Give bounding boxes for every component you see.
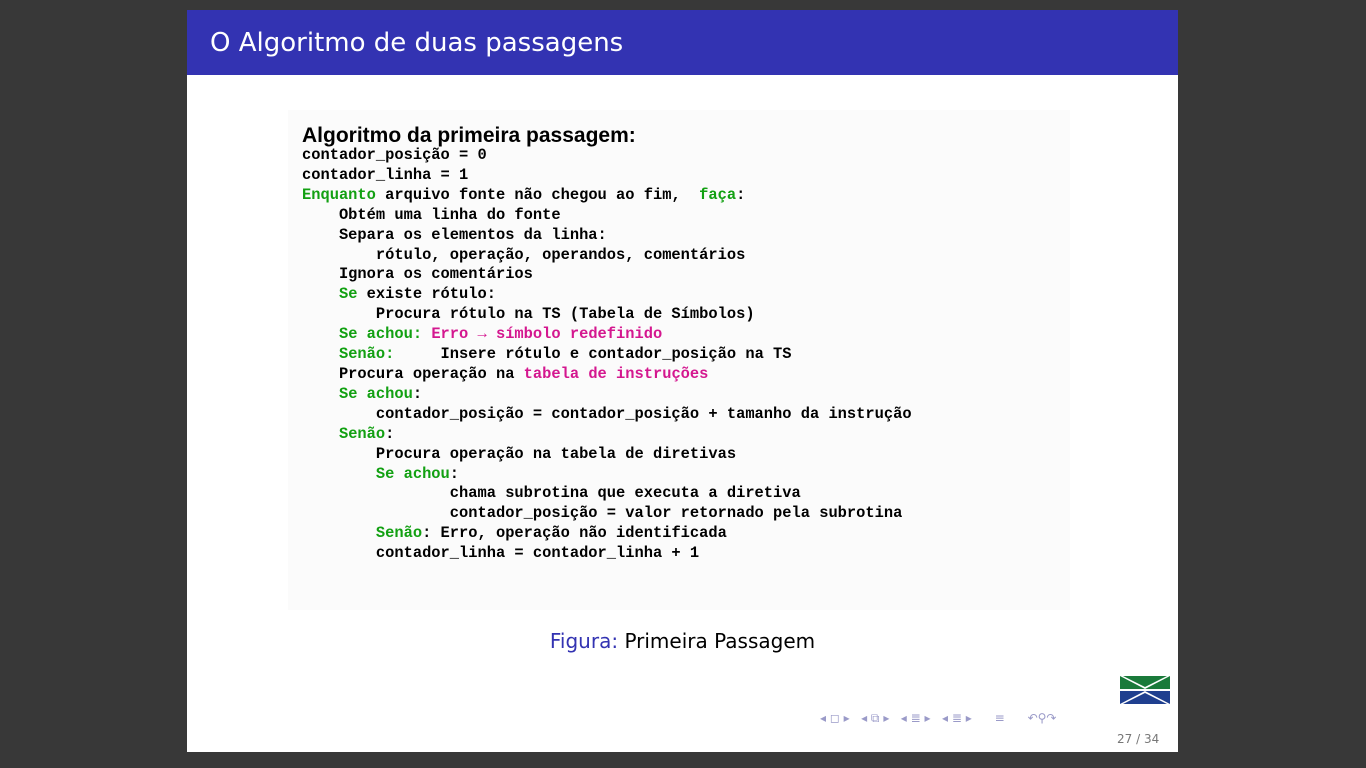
code-line: Senão: Erro, operação não identificada [302, 524, 912, 544]
code-segment: rótulo, operação, operandos, comentários [302, 245, 746, 264]
code-line: contador_posição = valor retornado pela … [302, 504, 912, 524]
code-segment: existe rótulo: [357, 285, 496, 304]
code-segment: : [736, 185, 746, 204]
code-segment: Insere rótulo e contador_posição na TS [394, 345, 792, 364]
code-segment: arquivo fonte não chegou ao fim, [375, 185, 700, 204]
nav-subsection-icon[interactable]: ◂ ⧉ ▸ [861, 710, 889, 726]
code-segment: Se achou [338, 384, 413, 403]
code-segment: : [385, 424, 395, 443]
code-segment: Separa os elementos da linha: [302, 225, 607, 244]
code-segment: Se [338, 285, 358, 304]
slide: O Algoritmo de duas passagens Algoritmo … [187, 10, 1178, 752]
code-segment: tabela de instruções [523, 364, 709, 383]
title-bar: O Algoritmo de duas passagens [187, 10, 1178, 75]
code-segment: Senão: [338, 345, 395, 364]
code-line: Obtém uma linha do fonte [302, 206, 912, 226]
code-segment: chama subrotina que executa a diretiva [302, 484, 801, 503]
code-line: Se achou: [302, 465, 912, 485]
university-logo [1120, 676, 1170, 704]
code-segment: : [449, 464, 460, 483]
code-line: Se existe rótulo: [302, 285, 912, 305]
nav-section2-icon[interactable]: ◂ ≣ ▸ [942, 710, 972, 726]
code-segment: contador_linha = 1 [302, 165, 469, 184]
code-line: Procura operação na tabela de instruções [302, 365, 912, 385]
code-segment: faça [699, 185, 737, 204]
code-segment: Procura operação na [302, 364, 524, 383]
code-segment: : [412, 384, 423, 403]
code-segment: Obtém uma linha do fonte [302, 205, 561, 224]
code-line: Separa os elementos da linha: [302, 226, 912, 246]
code-line: Procura operação na tabela de diretivas [302, 445, 912, 465]
code-segment: contador_posição = contador_posição + ta… [302, 404, 912, 423]
code-segment: Procura rótulo na TS (Tabela de Símbolos… [302, 305, 755, 324]
slide-title: O Algoritmo de duas passagens [210, 28, 624, 58]
code-segment: Senão [375, 524, 423, 543]
code-segment: contador_posição = 0 [302, 146, 487, 164]
code-segment: Ignora os comentários [302, 265, 533, 284]
code-line: Procura rótulo na TS (Tabela de Símbolos… [302, 305, 912, 325]
code-line: Se achou: Erro → símbolo redefinido [302, 325, 912, 345]
beamer-navigation: ◂ ◻ ▸ ◂ ⧉ ▸ ◂ ≣ ▸ ◂ ≣ ▸ ≡ ↶⚲↷ [820, 710, 1056, 726]
algorithm-code: contador_posição = 0 contador_linha = 1 En… [302, 146, 912, 564]
code-segment: Erro → símbolo redefinido [422, 325, 663, 344]
code-segment: Se achou: [338, 325, 423, 344]
code-line: contador_linha = 1 [302, 166, 912, 186]
code-line: contador_linha = contador_linha + 1 [302, 544, 912, 564]
code-line: Senão: [302, 425, 912, 445]
code-line: contador_posição = 0 [302, 146, 912, 166]
nav-search-icon[interactable]: ↶⚲↷ [1028, 710, 1057, 726]
code-segment: : Erro, operação não identificada [422, 524, 727, 543]
code-segment: contador_posição = valor retornado pela … [302, 504, 903, 523]
code-line: rótulo, operação, operandos, comentários [302, 246, 912, 266]
page-number: 27 / 34 [1117, 732, 1160, 746]
code-line: chama subrotina que executa a diretiva [302, 484, 912, 504]
nav-frame-icon[interactable]: ◂ ◻ ▸ [820, 710, 850, 726]
figure-image: Algoritmo da primeira passagem: contador… [288, 110, 1070, 610]
code-line: Enquanto arquivo fonte não chegou ao fim… [302, 186, 912, 206]
code-line: Senão: Insere rótulo e contador_posição … [302, 345, 912, 365]
nav-section-icon[interactable]: ◂ ≣ ▸ [901, 710, 931, 726]
caption-label: Figura: [549, 629, 619, 653]
code-segment: Procura operação na tabela de diretivas [302, 444, 737, 463]
caption-text: Primeira Passagem [624, 629, 816, 653]
code-segment: Se achou [375, 464, 450, 483]
nav-align-icon[interactable]: ≡ [995, 710, 1005, 726]
code-line: Se achou: [302, 385, 912, 405]
code-segment: Senão [338, 424, 386, 443]
code-line: contador_posição = contador_posição + ta… [302, 405, 912, 425]
code-segment: Enquanto [302, 185, 376, 204]
figure-caption: Figura: Primeira Passagem [187, 628, 1178, 654]
code-segment: contador_linha = contador_linha + 1 [302, 544, 700, 563]
code-line: Ignora os comentários [302, 265, 912, 285]
algorithm-heading: Algoritmo da primeira passagem: [302, 124, 636, 147]
